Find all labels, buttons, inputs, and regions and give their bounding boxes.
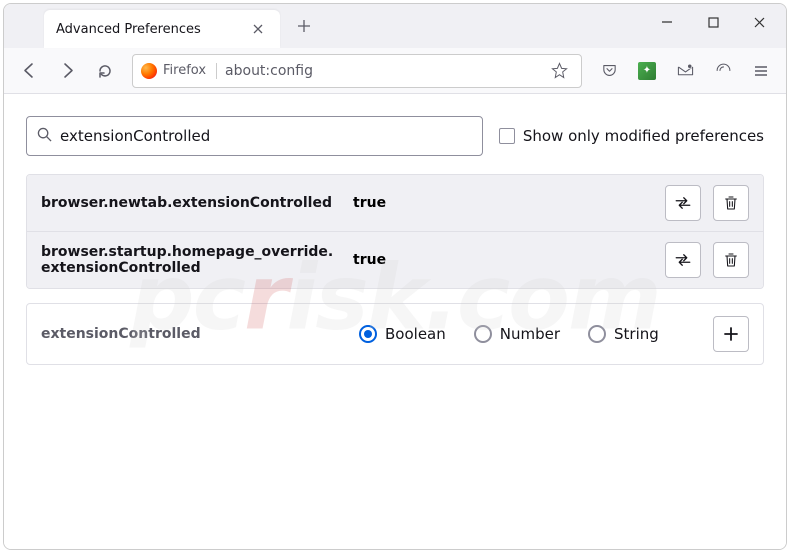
minimize-button[interactable] xyxy=(644,4,690,40)
identity-label: Firefox xyxy=(163,63,206,78)
checkbox-icon xyxy=(499,128,515,144)
bookmark-icon[interactable] xyxy=(545,62,573,79)
show-modified-label: Show only modified preferences xyxy=(523,127,764,145)
type-radio-group: Boolean Number String xyxy=(359,325,695,343)
url-bar[interactable]: Firefox about:config xyxy=(132,54,582,88)
hamburger-menu[interactable] xyxy=(744,54,778,88)
delete-button[interactable] xyxy=(713,185,749,221)
close-window-button[interactable] xyxy=(736,4,782,40)
toolbar: Firefox about:config ✦ xyxy=(4,48,786,94)
content: Show only modified preferences browser.n… xyxy=(4,94,786,549)
pref-row: browser.newtab.extensionControlled true xyxy=(27,175,763,232)
pocket-button[interactable] xyxy=(592,54,626,88)
radio-number[interactable]: Number xyxy=(474,325,560,343)
extension-button[interactable]: ✦ xyxy=(630,54,664,88)
search-box[interactable] xyxy=(26,116,483,156)
radio-icon xyxy=(588,325,606,343)
close-icon[interactable] xyxy=(248,19,268,39)
radio-label: String xyxy=(614,325,659,343)
forward-button[interactable] xyxy=(50,54,84,88)
radio-icon xyxy=(474,325,492,343)
reload-button[interactable] xyxy=(88,54,122,88)
radio-label: Number xyxy=(500,325,560,343)
shield-icon: ✦ xyxy=(638,62,656,80)
window-controls xyxy=(644,4,782,40)
browser-tab[interactable]: Advanced Preferences xyxy=(44,10,280,48)
toggle-button[interactable] xyxy=(665,242,701,278)
radio-icon xyxy=(359,325,377,343)
search-input[interactable] xyxy=(60,127,472,145)
account-button[interactable] xyxy=(668,54,702,88)
delete-button[interactable] xyxy=(713,242,749,278)
search-row: Show only modified preferences xyxy=(26,116,764,156)
new-pref-name: extensionControlled xyxy=(41,326,341,342)
radio-boolean[interactable]: Boolean xyxy=(359,325,446,343)
overflow-button[interactable] xyxy=(706,54,740,88)
radio-string[interactable]: String xyxy=(588,325,659,343)
new-tab-button[interactable] xyxy=(288,10,320,42)
add-button[interactable] xyxy=(713,316,749,352)
back-button[interactable] xyxy=(12,54,46,88)
maximize-button[interactable] xyxy=(690,4,736,40)
toggle-button[interactable] xyxy=(665,185,701,221)
new-pref-row: extensionControlled Boolean Number Strin… xyxy=(26,303,764,365)
window: Advanced Preferences xyxy=(3,3,787,550)
radio-label: Boolean xyxy=(385,325,446,343)
pref-row: browser.startup.homepage_override.extens… xyxy=(27,232,763,288)
search-icon xyxy=(37,127,52,146)
pref-name: browser.startup.homepage_override.extens… xyxy=(41,244,341,276)
tab-title: Advanced Preferences xyxy=(56,22,248,37)
pref-name: browser.newtab.extensionControlled xyxy=(41,195,341,211)
pref-value: true xyxy=(353,252,653,268)
identity-box[interactable]: Firefox xyxy=(141,63,217,79)
pref-value: true xyxy=(353,195,653,211)
pref-list: browser.newtab.extensionControlled true … xyxy=(26,174,764,289)
show-modified-checkbox[interactable]: Show only modified preferences xyxy=(499,127,764,145)
titlebar: Advanced Preferences xyxy=(4,4,786,48)
firefox-icon xyxy=(141,63,157,79)
url-text: about:config xyxy=(225,63,537,79)
